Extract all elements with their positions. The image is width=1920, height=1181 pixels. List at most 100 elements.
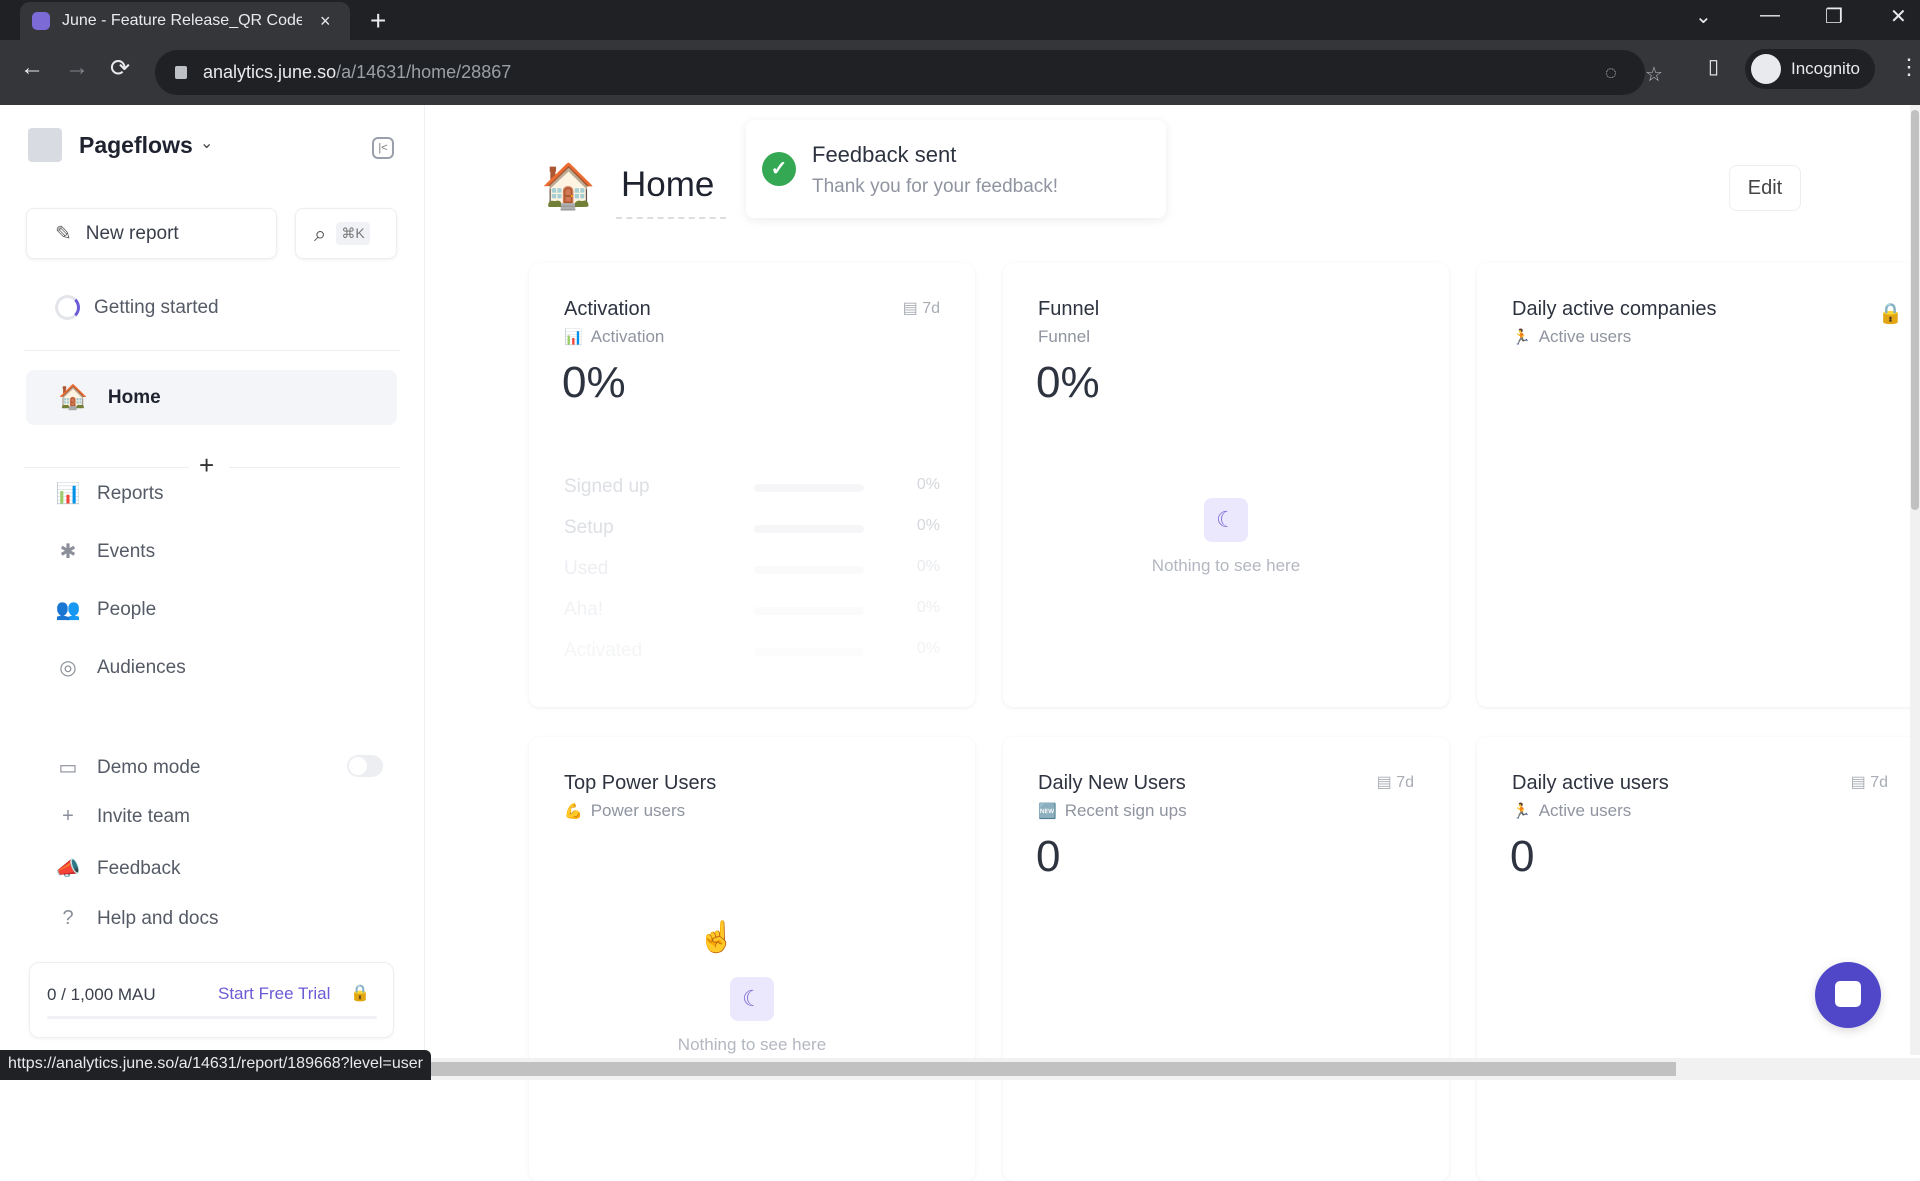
back-icon[interactable]: ← bbox=[20, 54, 44, 82]
sidebar-item-audiences[interactable]: ◎ Audiences bbox=[55, 655, 185, 680]
sidebar-item-getting-started[interactable]: Getting started bbox=[55, 295, 219, 320]
events-label: Events bbox=[97, 540, 156, 562]
sidebar-item-events[interactable]: ✱ Events bbox=[55, 539, 155, 564]
top-power-users-card[interactable]: Top Power Users 💪 Power users ☾ Nothing … bbox=[529, 737, 975, 1181]
home-label: Home bbox=[107, 386, 161, 408]
side-panel-icon[interactable]: ▯ bbox=[1708, 54, 1719, 79]
sidebar: Pageflows ⌄ |< ✎ New report ⌕ ⌘K Getting… bbox=[0, 105, 425, 1050]
funnel-row-label: Activated bbox=[564, 640, 643, 661]
browser-tab[interactable]: June - Feature Release_QR Code × bbox=[20, 2, 350, 40]
reports-icon: 📊 bbox=[55, 483, 81, 505]
invite-team-label: Invite team bbox=[97, 805, 190, 827]
funnel-row-pct: 0% bbox=[916, 517, 940, 534]
mau-usage-card: 0 / 1,000 MAU Start Free Trial 🔒 bbox=[29, 962, 394, 1038]
june-favicon-icon bbox=[32, 12, 50, 30]
tab-title: June - Feature Release_QR Code bbox=[62, 12, 302, 29]
incognito-profile[interactable]: Incognito bbox=[1745, 49, 1875, 89]
card-value: 0 bbox=[1036, 832, 1061, 881]
moon-icon: ☾ bbox=[730, 977, 774, 1021]
workspace-switcher[interactable]: Pageflows bbox=[79, 132, 193, 159]
reload-icon[interactable]: ⟳ bbox=[110, 54, 130, 83]
sidebar-item-reports[interactable]: 📊 Reports bbox=[55, 481, 164, 506]
scrollbar-thumb[interactable] bbox=[426, 1062, 1676, 1076]
tab-search-icon[interactable]: ⌄ bbox=[1695, 4, 1712, 29]
forward-icon[interactable]: → bbox=[65, 54, 89, 82]
horizontal-scrollbar[interactable] bbox=[426, 1058, 1920, 1080]
main-content: 🏠 Home ✓ Feedback sent Thank you for you… bbox=[426, 105, 1920, 1181]
card-subtitle-text: Activation bbox=[590, 327, 665, 346]
incognito-icon bbox=[1751, 54, 1781, 84]
daily-active-users-card[interactable]: Daily active users ▤ 7d 🏃 Active users 0 bbox=[1477, 737, 1920, 1181]
demo-mode-label: Demo mode bbox=[97, 756, 201, 778]
collapse-sidebar-button[interactable]: |< bbox=[372, 137, 394, 159]
funnel-row-label: Setup bbox=[564, 517, 614, 538]
page-title[interactable]: Home bbox=[621, 165, 714, 205]
people-icon: 👥 bbox=[55, 599, 81, 621]
hand-cursor-icon: ☝ bbox=[698, 921, 736, 954]
browser-menu-icon[interactable]: ⋮ bbox=[1898, 54, 1920, 80]
address-bar[interactable]: analytics.june.so /a/14631/home/28867 ◌ … bbox=[155, 50, 1663, 95]
sidebar-item-feedback[interactable]: 📣 Feedback bbox=[55, 856, 181, 881]
bar-chart-icon: 📊 bbox=[564, 329, 583, 346]
lock-icon bbox=[175, 66, 187, 79]
demo-mode-toggle[interactable] bbox=[347, 755, 383, 777]
funnel-row-pct: 0% bbox=[916, 476, 940, 493]
funnel-card[interactable]: Funnel Funnel 0% ☾ Nothing to see here bbox=[1003, 263, 1449, 707]
plus-icon: + bbox=[62, 805, 74, 827]
funnel-row: Activated 0% bbox=[564, 640, 940, 664]
empty-state-text: Nothing to see here bbox=[677, 1035, 827, 1054]
card-title: Activation bbox=[564, 298, 651, 320]
activation-card[interactable]: Activation ▤ 7d 📊 Activation 0% Signed u… bbox=[529, 263, 975, 707]
minimize-icon[interactable]: — bbox=[1760, 4, 1780, 27]
funnel-row-bar bbox=[754, 566, 864, 574]
search-button[interactable]: ⌕ ⌘K bbox=[295, 208, 397, 259]
empty-state-text: Nothing to see here bbox=[1151, 556, 1301, 575]
new-tab-button[interactable]: + bbox=[370, 5, 386, 37]
empty-state: ☾ Nothing to see here bbox=[529, 977, 975, 1055]
star-icon[interactable]: ☆ bbox=[1645, 62, 1663, 87]
sidebar-item-people[interactable]: 👥 People bbox=[55, 597, 157, 622]
date-range-badge: ▤ 7d bbox=[902, 300, 940, 317]
daily-new-users-card[interactable]: Daily New Users ▤ 7d 🆕 Recent sign ups 0 bbox=[1003, 737, 1449, 1181]
card-value: 0% bbox=[562, 358, 626, 407]
sidebar-item-invite-team[interactable]: + Invite team bbox=[55, 805, 190, 828]
sidebar-item-help[interactable]: ? Help and docs bbox=[55, 907, 218, 930]
chevron-down-icon[interactable]: ⌄ bbox=[200, 133, 213, 153]
chat-support-button[interactable] bbox=[1815, 962, 1881, 1028]
mau-usage-bar bbox=[47, 1016, 377, 1019]
incognito-label: Incognito bbox=[1791, 59, 1860, 78]
flexed-biceps-icon: 💪 bbox=[564, 803, 583, 820]
browser-toolbar: ← → ⟳ analytics.june.so /a/14631/home/28… bbox=[0, 40, 1920, 105]
runner-icon: 🏃 bbox=[1512, 329, 1531, 346]
scrollbar-thumb[interactable] bbox=[1911, 110, 1919, 510]
card-subtitle: 🏃 Active users bbox=[1512, 327, 1631, 347]
card-value: 0 bbox=[1510, 832, 1535, 881]
card-subtitle: 🏃 Active users bbox=[1512, 801, 1631, 821]
new-report-button[interactable]: ✎ New report bbox=[26, 208, 277, 259]
new-badge-icon: 🆕 bbox=[1038, 803, 1057, 820]
daily-active-companies-card[interactable]: Daily active companies 🔒 🏃 Active users bbox=[1477, 263, 1920, 707]
add-dashboard-icon[interactable]: + bbox=[199, 450, 214, 481]
edit-button[interactable]: Edit bbox=[1729, 165, 1801, 211]
megaphone-icon: 📣 bbox=[55, 858, 81, 880]
start-free-trial-link[interactable]: Start Free Trial bbox=[218, 984, 330, 1004]
restore-icon[interactable]: ❐ bbox=[1825, 4, 1843, 29]
check-circle-icon: ✓ bbox=[762, 152, 796, 186]
edit-icon: ✎ bbox=[55, 223, 72, 245]
card-subtitle-text: Active users bbox=[1538, 327, 1632, 346]
card-title: Daily active companies bbox=[1512, 298, 1717, 320]
eye-off-icon[interactable]: ◌ bbox=[1605, 62, 1617, 85]
funnel-row-bar bbox=[754, 648, 864, 656]
sidebar-item-home[interactable]: 🏠 Home bbox=[26, 370, 397, 425]
sidebar-item-demo-mode[interactable]: ▭ Demo mode bbox=[55, 755, 201, 780]
vertical-scrollbar[interactable] bbox=[1910, 105, 1920, 1055]
card-subtitle: 🆕 Recent sign ups bbox=[1038, 801, 1187, 821]
people-label: People bbox=[97, 598, 157, 620]
events-cursor-icon: ✱ bbox=[59, 541, 77, 563]
toast-title: Feedback sent bbox=[812, 142, 957, 167]
moon-icon: ☾ bbox=[1204, 498, 1248, 542]
close-window-icon[interactable]: ✕ bbox=[1890, 4, 1907, 29]
close-tab-icon[interactable]: × bbox=[320, 11, 331, 32]
url-path: /a/14631/home/28867 bbox=[336, 62, 512, 82]
feedback-toast: ✓ Feedback sent Thank you for your feedb… bbox=[746, 120, 1166, 218]
